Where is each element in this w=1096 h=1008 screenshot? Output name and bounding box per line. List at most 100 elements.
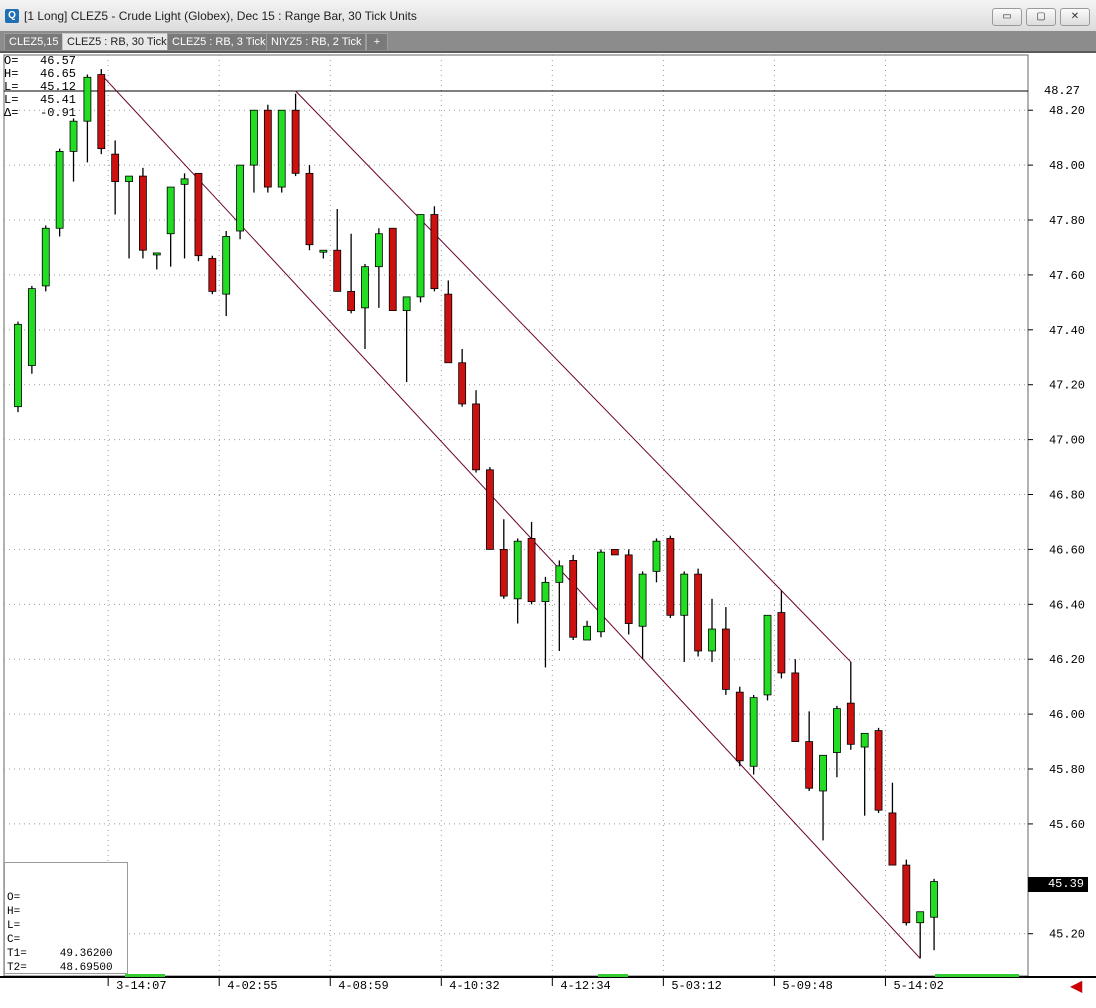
candle-up [916,911,925,924]
x-tick-label: 5-14:02 [893,979,943,993]
candle-up [55,150,64,229]
candle-up [180,178,189,185]
candle-up [541,581,550,602]
candle-down [527,538,536,602]
candle-down [499,549,508,597]
plot-frame [3,54,1029,977]
candle-down [721,628,730,690]
candle-up [819,754,827,792]
x-tick-label: 3-14:07 [116,979,166,993]
y-tick-label: 48.00 [1049,159,1085,173]
y-tick-label: 45.20 [1049,928,1085,942]
minimize-button[interactable]: ▭ [992,8,1022,26]
chart-grid [3,54,1029,977]
candle-up [583,625,591,641]
app-icon: Q [5,9,19,23]
candle-down [263,109,272,188]
candle-up [749,697,758,767]
x-tick-label: 5-03:12 [671,979,721,993]
arrow-left-icon[interactable]: ◀ [1070,976,1082,996]
y-tick-label: 48.20 [1049,104,1085,118]
add-tab-button[interactable]: + [366,33,388,50]
x-tick-label: 4-02:55 [227,979,277,993]
info-high: H= [7,906,21,918]
candle-down [111,153,120,182]
candle-down [777,612,786,674]
y-tick-label: 47.00 [1049,434,1085,448]
tab-clez5-rb-30-tick[interactable]: CLEZ5 : RB, 30 Tick [62,33,172,50]
candle-down [874,730,883,811]
candle-down [666,538,675,616]
y-tick-label: 46.60 [1049,543,1085,557]
candle-down [624,554,633,624]
candle-up [27,288,36,366]
info-low: L= [7,920,21,932]
info-close: C= [7,934,21,946]
candle-down [347,290,356,311]
close-button[interactable]: ✕ [1060,8,1090,26]
info-t2: T2= 48.69500 [7,962,113,974]
candle-up [652,540,661,572]
candle-up [41,227,50,287]
candle-up [638,573,647,627]
candle-down [735,691,744,762]
candle-up [374,233,383,268]
y-tick-label: 45.80 [1049,763,1085,777]
candle-down [291,109,300,174]
candle-down [194,172,203,257]
tab-niyz5-rb-2-tick[interactable]: NIYZ5 : RB, 2 Tick [266,33,367,50]
candle-up [14,323,22,408]
candle-up [166,186,175,235]
y-tick-label: 46.00 [1049,708,1085,722]
y-tick-label: 45.60 [1049,818,1085,832]
x-tick-label: 4-10:32 [449,979,499,993]
window-title: [1 Long] CLEZ5 - Crude Light (Globex), D… [24,9,417,23]
ohlc-readout: O= 46.57 H= 46.65 L= 45.12 L= 45.41 Δ= -… [4,55,76,120]
candle-up [319,249,328,253]
y-tick-label: 47.20 [1049,379,1085,393]
candle-up [597,551,605,633]
candle-up [680,573,689,616]
candle-down [888,812,897,866]
cursor-info-box: O= H= L= C= T1= 49.36200 T2= 48.69500 [4,862,128,974]
y-tick-label: 47.40 [1049,324,1085,338]
candle-down [458,362,467,405]
x-tick-label: 5-09:48 [782,979,832,993]
candle-up [930,881,938,918]
candle-up [69,120,78,152]
candle-up [513,540,522,600]
tab-clez5-rb-3-tick[interactable]: CLEZ5 : RB, 3 Tick [167,33,271,50]
candle-up [763,614,772,696]
x-tick-label: 4-08:59 [338,979,388,993]
candle-down [388,227,397,311]
candle-down [472,403,480,471]
tab-bar: CLEZ5,15 CLEZ5 : RB, 30 Tick CLEZ5 : RB,… [0,31,1096,53]
candle-up [222,236,231,295]
scroll-marker [935,974,1019,977]
tab-clez5-15[interactable]: CLEZ5,15 [4,33,64,50]
candle-down [846,702,855,745]
scroll-marker [598,974,628,977]
candle-up [555,565,564,583]
candle-down [97,74,106,150]
ohlc-delta: Δ= -0.91 [4,106,77,120]
candle-down [430,214,439,290]
last-price-tag: 45.39 [1028,877,1088,892]
price-chart[interactable]: 48.20 48.00 47.80 47.60 47.40 47.20 47.00 46.80… [0,53,1096,1008]
hline-price-label: 48.27 [1044,84,1081,98]
restore-button[interactable]: ▢ [1026,8,1056,26]
candle-down [444,293,453,364]
y-tick-label: 46.40 [1049,598,1085,612]
candle-up [416,214,425,298]
candle-down [805,741,814,789]
info-t1: T1= 49.36200 [7,948,113,960]
candle-down [208,258,217,292]
candle-down [333,249,342,292]
candle-down [694,573,703,652]
candle-up [83,76,92,122]
candle-up [277,109,286,188]
candle-up [125,175,133,182]
candle-down [791,672,800,742]
info-open: O= [7,892,21,904]
y-tick-label: 47.80 [1049,214,1085,228]
